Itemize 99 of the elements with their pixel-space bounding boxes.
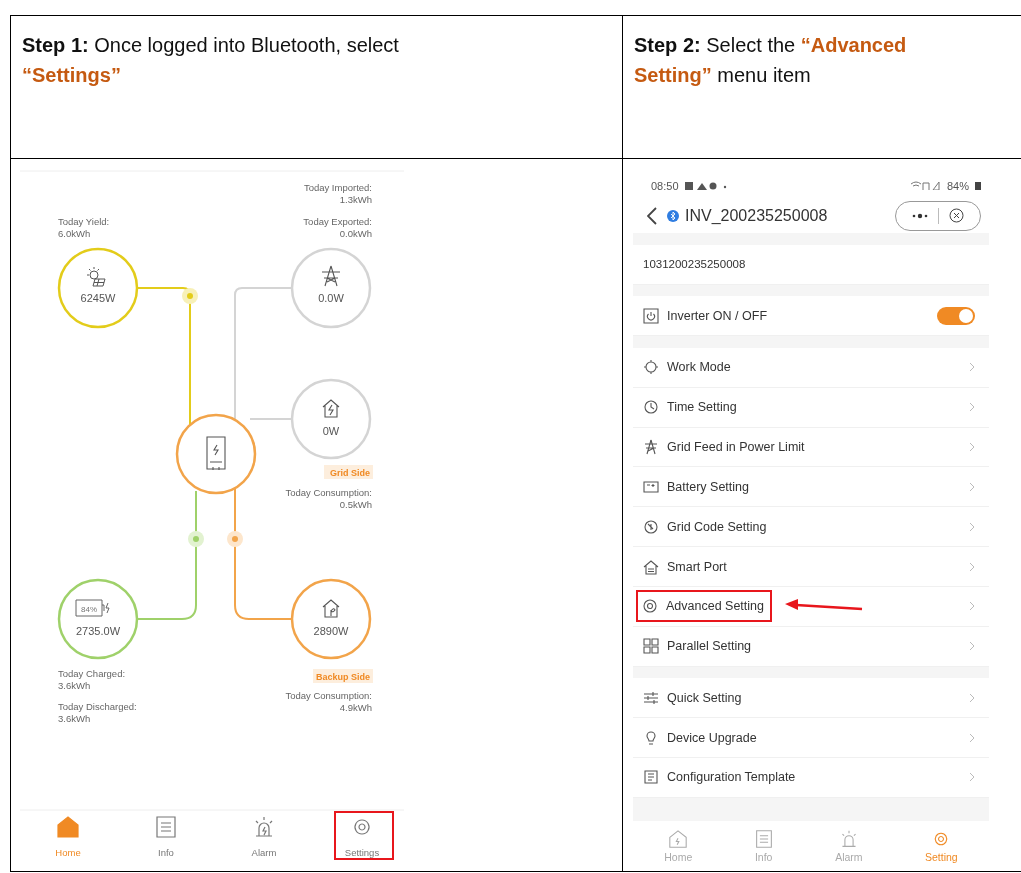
nav-tab[interactable]: Settings <box>344 819 380 858</box>
menu-label: Advanced Setting <box>666 599 764 614</box>
menu-label: Grid Code Setting <box>667 519 767 534</box>
flow-dot <box>227 531 243 547</box>
gear-icon <box>354 819 370 835</box>
menu-label: Grid Feed in Power Limit <box>667 439 805 454</box>
house-icon <box>669 830 688 849</box>
status-time: 08:50 <box>651 179 679 192</box>
device-title: INV_200235250008 <box>685 206 828 225</box>
power-tower-icon <box>321 265 341 287</box>
power-value: 2735.0W <box>76 625 120 637</box>
nav-tab[interactable]: Alarm <box>251 816 277 858</box>
battery-icon <box>975 181 981 191</box>
serial-number: 1031200235250008 <box>643 258 746 271</box>
house-icon <box>643 558 659 575</box>
inverter-icon <box>206 436 226 471</box>
menu-label: Time Setting <box>667 400 737 415</box>
document-icon <box>156 816 176 838</box>
grid-icon <box>643 638 659 655</box>
stat-value: 6.0kWh <box>58 228 91 239</box>
menu-item[interactable]: Quick Setting <box>633 678 989 719</box>
signal-icons <box>910 181 941 191</box>
stat-value: 1.3kWh <box>339 194 372 205</box>
power-value: 2890W <box>313 625 349 637</box>
bluetooth-icon <box>667 209 679 222</box>
stat-label: Today Exported: <box>303 216 372 227</box>
menu-label: Configuration Template <box>667 770 796 785</box>
stat-label: Today Discharged: <box>58 701 137 712</box>
battery-icon <box>75 599 110 617</box>
document-icon <box>643 769 659 786</box>
menu-item[interactable]: Grid Code Setting <box>633 507 989 548</box>
menu-label: Quick Setting <box>667 690 742 705</box>
menu-item[interactable]: Grid Feed in Power Limit <box>633 427 989 468</box>
clock-icon <box>643 399 659 416</box>
house-leaf-icon <box>322 599 340 618</box>
power-icon <box>643 307 659 324</box>
stat-value: 3.6kWh <box>58 713 91 724</box>
backup-side-tag: Backup Side <box>313 669 373 683</box>
menu-label: Inverter ON / OFF <box>667 308 767 323</box>
battery-percent: 84% <box>81 604 97 614</box>
bulb-icon <box>643 729 659 746</box>
sliders-icon <box>643 689 659 706</box>
flow-dot <box>182 288 198 304</box>
menu-label: Battery Setting <box>667 479 749 494</box>
notification-icons <box>684 181 727 190</box>
close-icon <box>949 208 964 224</box>
stat-label: Today Charged: <box>58 668 126 679</box>
stat-value: 0.0kWh <box>339 228 372 239</box>
step-instruction: Step 1: Once logged into Bluetooth, select “Settings” <box>22 33 400 88</box>
menu-item[interactable]: Parallel Setting <box>633 626 989 667</box>
chevron-icon <box>969 441 975 452</box>
more-icon <box>912 212 928 219</box>
menu-item[interactable]: Time Setting <box>633 387 989 428</box>
menu-label: Device Upgrade <box>667 730 757 745</box>
power-value: 6245W <box>80 292 116 304</box>
power-value: 0.0W <box>318 292 344 304</box>
stat-value: 3.6kWh <box>58 680 91 691</box>
menu-item[interactable]: Configuration Template <box>633 757 989 798</box>
chevron-icon <box>969 561 975 572</box>
grid-side-tag: Grid Side <box>324 465 373 479</box>
menu-item[interactable]: Smart Port <box>633 547 989 587</box>
stat-label: Today Yield: <box>58 216 110 227</box>
power-value: 0W <box>322 425 340 437</box>
alarm-icon <box>839 830 858 849</box>
menu-item[interactable]: Advanced Setting <box>633 586 989 627</box>
nav-tab[interactable]: Info <box>156 816 176 858</box>
stat-label: Today Consumption: <box>285 690 372 701</box>
menu-label: Smart Port <box>667 559 727 574</box>
battery-percent: 84% <box>946 179 969 192</box>
menu-item[interactable]: Work Mode <box>633 347 989 388</box>
chevron-icon <box>969 692 975 703</box>
chevron-icon <box>969 402 975 413</box>
menu-label: Work Mode <box>667 360 731 375</box>
chevron-icon <box>969 521 975 532</box>
stat-value: 0.5kWh <box>339 499 372 510</box>
chevron-icon <box>969 362 975 373</box>
toggle-switch[interactable] <box>937 306 975 325</box>
menu-item[interactable]: Battery Setting <box>633 467 989 508</box>
house-icon <box>322 399 340 418</box>
chevron-icon <box>969 481 975 492</box>
chevron-icon <box>969 732 975 743</box>
menu-label: Parallel Setting <box>667 639 752 654</box>
stat-label: Today Imported: <box>303 182 372 193</box>
gear-icon <box>643 359 659 376</box>
step-instruction: Step 2: Select the “Advanced Setting” menu item <box>634 33 908 88</box>
battery-icon <box>643 478 659 495</box>
menu-item[interactable]: Device Upgrade <box>633 718 989 758</box>
stat-value: 4.9kWh <box>339 702 372 713</box>
stat-label: Today Consumption: <box>285 487 372 498</box>
gear-icon <box>642 598 658 615</box>
tower-icon <box>643 438 659 455</box>
alarm-icon <box>255 816 273 837</box>
document-icon <box>754 830 773 849</box>
flow-dot <box>188 531 204 547</box>
solar-panel-icon <box>86 266 106 287</box>
chevron-icon <box>969 641 975 652</box>
chevron-icon <box>969 772 975 783</box>
chevron-icon <box>969 601 975 612</box>
house-icon <box>57 816 79 838</box>
